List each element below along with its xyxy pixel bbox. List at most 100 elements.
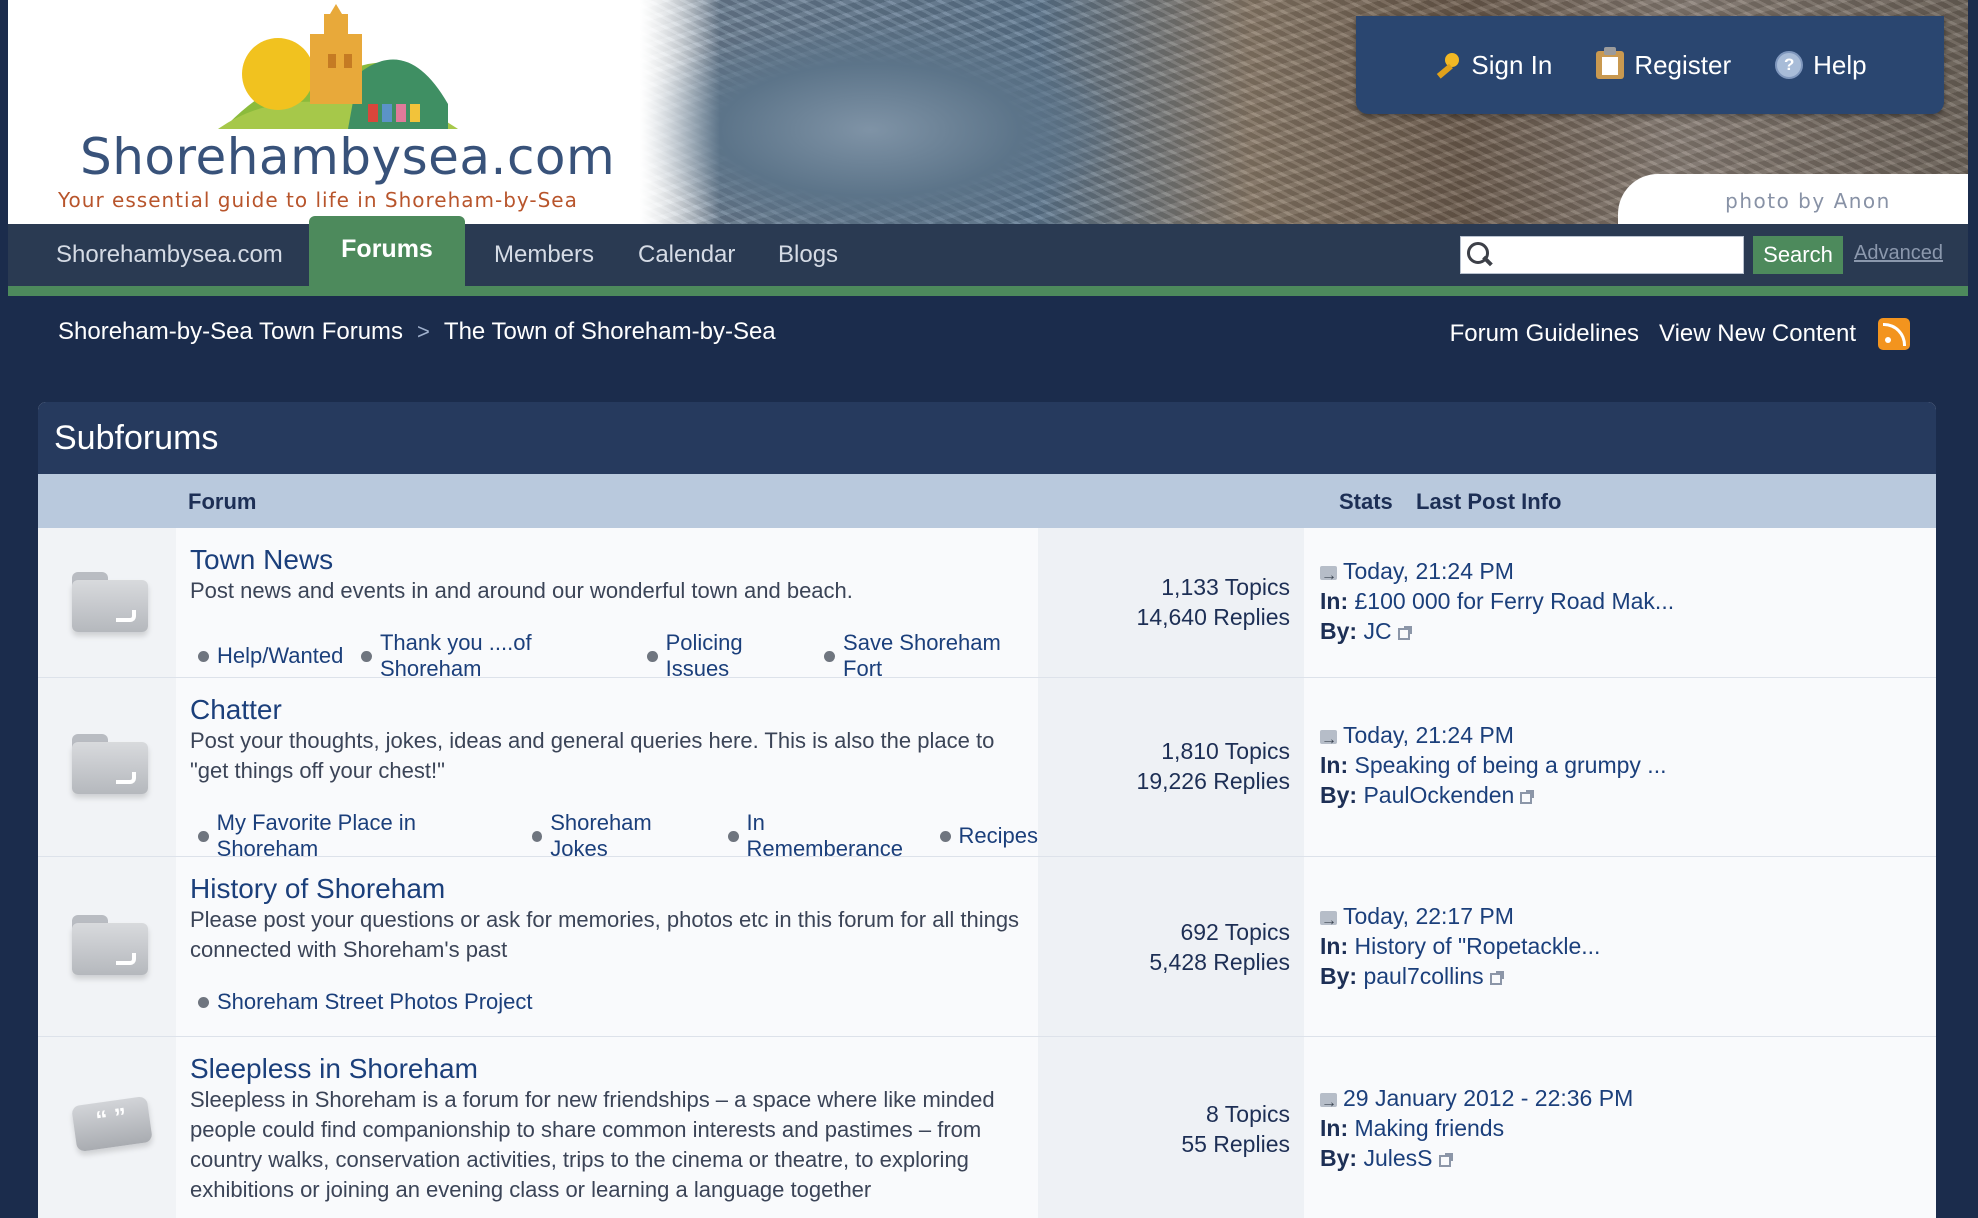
last-post-date[interactable]: Today, 22:17 PM [1320, 901, 1514, 936]
rss-icon[interactable] [1878, 318, 1910, 350]
reply-count: 19,226 Replies [1136, 768, 1290, 794]
arrow-right-icon [1320, 725, 1337, 755]
sign-in-link[interactable]: Sign In [1433, 50, 1552, 81]
last-post-topic[interactable]: In: Speaking of being a grumpy ... [1320, 750, 1666, 780]
bullet-icon [531, 830, 543, 842]
subforums-panel: Subforums Forum Stats Last Post Info Tow… [38, 402, 1936, 1218]
reply-count: 55 Replies [1181, 1131, 1290, 1157]
last-post-topic[interactable]: In: Making friends [1320, 1113, 1504, 1143]
column-header-forum: Forum [188, 489, 257, 514]
forum-description: Post news and events in and around our w… [190, 578, 853, 603]
forum-description: Sleepless in Shoreham is a forum for new… [190, 1087, 995, 1202]
sign-in-label: Sign In [1471, 49, 1553, 80]
last-post-author[interactable]: By: JC [1320, 616, 1412, 646]
forum-row: Chatter Post your thoughts, jokes, ideas… [38, 678, 1936, 861]
folder-icon [72, 734, 148, 794]
breadcrumb-item-forums[interactable]: Shoreham-by-Sea Town Forums [58, 318, 403, 346]
search-input[interactable] [1499, 239, 1739, 271]
arrow-right-icon [1320, 561, 1337, 591]
logo-tagline: Your essential guide to life in Shoreham… [58, 188, 578, 212]
external-link-icon [1520, 790, 1535, 804]
nav-item-members[interactable]: Members [494, 224, 594, 286]
forum-row: “ ” Sleepless in Shoreham Sleepless in S… [38, 1037, 1936, 1218]
logo-name: Shorehambysea.com [80, 128, 616, 186]
bullet-icon [198, 650, 209, 662]
subforum-list: Help/Wanted Thank you ....of Shoreham Po… [198, 630, 1038, 682]
bullet-icon [198, 996, 209, 1008]
subforum-list: My Favorite Place in Shoreham Shoreham J… [198, 810, 1038, 862]
search-button[interactable]: Search [1753, 236, 1843, 274]
nav-item-forums[interactable]: Forums [309, 216, 465, 286]
nav-underline [8, 286, 1968, 296]
forum-row: Town News Post news and events in and ar… [38, 528, 1936, 681]
subforum-link[interactable]: My Favorite Place in Shoreham [198, 810, 514, 862]
last-post-author[interactable]: By: PaulOckenden [1320, 780, 1535, 810]
search-box [1460, 236, 1744, 274]
last-post-topic[interactable]: In: £100 000 for Ferry Road Mak... [1320, 586, 1674, 616]
column-header-row: Forum Stats Last Post Info [38, 474, 1936, 528]
subforum-link[interactable]: Shoreham Street Photos Project [198, 989, 533, 1015]
bullet-icon [361, 650, 372, 662]
topic-count: 692 Topics [1180, 919, 1290, 945]
advanced-search-link[interactable]: Advanced [1854, 242, 1943, 265]
site-logo[interactable]: Shorehambysea.com Your essential guide t… [48, 0, 615, 224]
subforum-link[interactable]: Help/Wanted [198, 630, 343, 682]
user-panel: Sign In Register ? Help [1356, 16, 1944, 114]
last-post-author[interactable]: By: JulesS [1320, 1143, 1453, 1173]
column-header-last-post: Last Post Info [1416, 489, 1562, 514]
nav-item-calendar[interactable]: Calendar [638, 224, 735, 286]
logo-church-hill-icon [218, 4, 458, 130]
help-link[interactable]: ? Help [1775, 49, 1867, 81]
reply-count: 5,428 Replies [1149, 949, 1290, 975]
external-link-icon [1489, 971, 1504, 985]
forum-title[interactable]: History of Shoreham [190, 873, 445, 905]
topic-count: 1,810 Topics [1161, 738, 1290, 764]
reply-count: 14,640 Replies [1136, 604, 1290, 630]
folder-icon [72, 572, 148, 632]
subforum-list: Shoreham Street Photos Project [198, 989, 533, 1015]
external-link-icon [1397, 626, 1412, 640]
bullet-icon [647, 650, 658, 662]
subforum-link[interactable]: Save Shoreham Fort [824, 630, 1038, 682]
forum-title[interactable]: Sleepless in Shoreham [190, 1053, 478, 1085]
last-post-date[interactable]: 29 January 2012 - 22:36 PM [1320, 1083, 1633, 1118]
nav-item-blogs[interactable]: Blogs [778, 224, 838, 286]
external-link-icon [1438, 1153, 1453, 1167]
folder-icon [72, 915, 148, 975]
search-icon [1467, 242, 1493, 268]
panel-title: Subforums [38, 402, 1936, 474]
breadcrumb-item-town[interactable]: The Town of Shoreham-by-Sea [444, 318, 776, 346]
forum-guidelines-link[interactable]: Forum Guidelines [1450, 320, 1639, 348]
forum-description: Post your thoughts, jokes, ideas and gen… [190, 728, 995, 783]
subforum-link[interactable]: Recipes [939, 810, 1038, 862]
bullet-icon [824, 650, 836, 662]
clipboard-icon [1596, 47, 1625, 79]
register-link[interactable]: Register [1596, 47, 1732, 81]
register-label: Register [1634, 49, 1732, 80]
bullet-icon [727, 830, 739, 842]
topic-count: 1,133 Topics [1161, 574, 1290, 600]
top-links: Forum Guidelines View New Content [1450, 318, 1910, 350]
column-header-stats: Stats [1339, 489, 1393, 514]
speech-bubble-icon: “ ” [71, 1095, 153, 1155]
help-label: Help [1813, 49, 1867, 80]
subforum-link[interactable]: Policing Issues [647, 630, 806, 682]
forum-title[interactable]: Chatter [190, 694, 282, 726]
subforum-link[interactable]: Shoreham Jokes [531, 810, 710, 862]
forum-description: Please post your questions or ask for me… [190, 907, 1020, 962]
nav-item-home[interactable]: Shorehambysea.com [56, 224, 283, 286]
breadcrumb-separator: > [417, 319, 430, 344]
key-icon [1433, 51, 1461, 79]
topic-count: 8 Topics [1206, 1101, 1290, 1127]
bullet-icon [198, 830, 209, 842]
subforum-link[interactable]: In Rememberance [727, 810, 922, 862]
breadcrumb: Shoreham-by-Sea Town Forums > The Town o… [58, 318, 776, 346]
forum-title[interactable]: Town News [190, 544, 333, 576]
help-icon: ? [1775, 51, 1804, 79]
view-new-content-link[interactable]: View New Content [1659, 320, 1856, 348]
last-post-topic[interactable]: In: History of "Ropetackle... [1320, 931, 1600, 961]
last-post-date[interactable]: Today, 21:24 PM [1320, 720, 1514, 755]
last-post-date[interactable]: Today, 21:24 PM [1320, 556, 1514, 591]
last-post-author[interactable]: By: paul7collins [1320, 961, 1504, 991]
subforum-link[interactable]: Thank you ....of Shoreham [361, 630, 629, 682]
